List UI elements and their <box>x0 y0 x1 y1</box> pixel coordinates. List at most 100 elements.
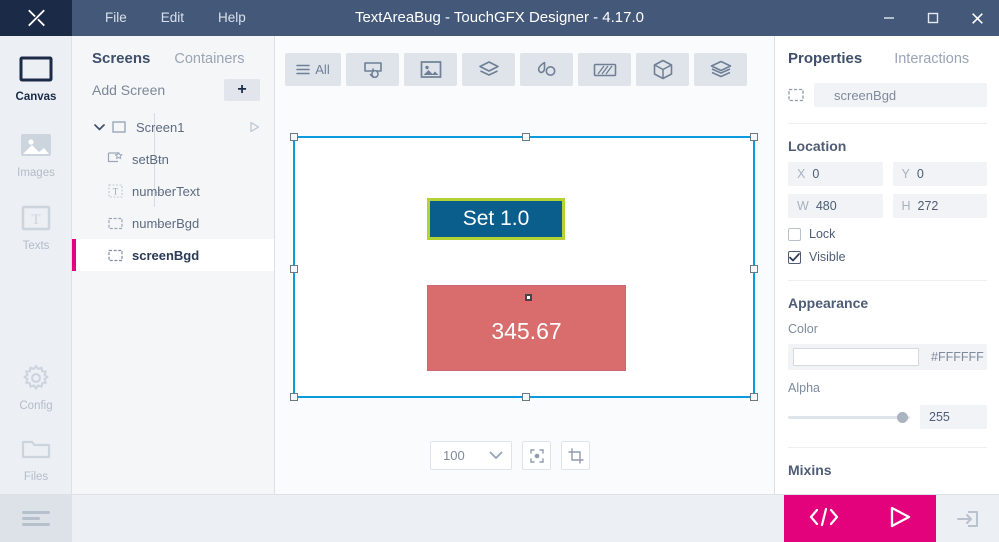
tree-label-numberbgd: numberBgd <box>132 215 200 231</box>
tab-screens[interactable]: Screens <box>92 50 150 67</box>
toolbar-texture-mapper[interactable] <box>578 53 631 86</box>
rail-item-texts[interactable]: T Texts <box>0 199 72 252</box>
rail-item-canvas[interactable]: Canvas <box>0 50 72 103</box>
color-swatch[interactable] <box>793 348 919 366</box>
resize-handle-bottom-left[interactable] <box>290 393 298 401</box>
alpha-slider-track <box>788 415 910 419</box>
resize-handle-top-right[interactable] <box>750 133 758 141</box>
field-y[interactable]: Y 0 <box>892 162 987 186</box>
maximize-button[interactable] <box>911 0 955 36</box>
resize-handle-top-left[interactable] <box>290 133 298 141</box>
files-icon <box>20 430 52 468</box>
field-h-value: 272 <box>917 199 939 213</box>
toolbar-image-widget[interactable] <box>404 53 457 86</box>
tree-label-numbertext: numberText <box>132 183 200 199</box>
code-brackets-icon <box>809 507 838 526</box>
toolbar-shape-layers[interactable] <box>462 53 515 86</box>
toolbar-cube-3d[interactable] <box>636 53 689 86</box>
field-x-key: X <box>797 167 806 181</box>
tab-properties[interactable]: Properties <box>788 50 862 67</box>
minimize-icon <box>884 17 894 19</box>
canvas-area: All Set 1.0 345.67 100 <box>275 36 775 494</box>
toolbar-button-widget[interactable] <box>346 53 399 86</box>
add-screen-button[interactable]: + <box>224 79 260 101</box>
rail-menu-toggle[interactable] <box>0 494 72 542</box>
rail-item-config[interactable]: Config <box>0 359 72 412</box>
canvas-widget-setbtn[interactable]: Set 1.0 <box>427 198 565 240</box>
resize-handle-middle-right[interactable] <box>750 265 758 273</box>
touchgfx-logo-icon: ⤫ <box>28 6 45 30</box>
toolbar-container-stack[interactable] <box>694 53 747 86</box>
resize-handle-middle-left[interactable] <box>290 265 298 273</box>
alpha-slider-knob[interactable] <box>897 412 908 423</box>
rail-label-canvas: Canvas <box>15 91 57 103</box>
export-button[interactable] <box>936 495 999 542</box>
generate-run-group <box>784 495 936 542</box>
tree-label-setbtn: setBtn <box>132 151 169 167</box>
field-w[interactable]: W 480 <box>788 194 883 218</box>
alpha-slider[interactable] <box>788 408 910 426</box>
toolbar-canvas-shape[interactable] <box>520 53 573 86</box>
touchgfx-designer-window: ⤫ File Edit Help TextAreaBug - TouchGFX … <box>0 0 999 542</box>
canvas-widget-numberbgd[interactable]: 345.67 <box>427 285 626 371</box>
menu-edit[interactable]: Edit <box>144 0 201 36</box>
tree-item-screenbgd[interactable]: screenBgd <box>72 239 274 271</box>
visible-label: Visible <box>809 250 846 264</box>
menu-help[interactable]: Help <box>201 0 263 36</box>
close-button[interactable] <box>955 0 999 36</box>
lock-label: Lock <box>809 227 836 241</box>
cube-3d-icon <box>653 59 672 80</box>
resize-handle-bottom-center[interactable] <box>522 393 530 401</box>
zoom-level-select[interactable]: 100 <box>430 441 512 470</box>
run-play-icon <box>890 506 910 527</box>
play-icon[interactable] <box>249 121 260 133</box>
lock-checkbox-row[interactable]: Lock <box>776 218 999 241</box>
resize-handle-top-center[interactable] <box>522 133 530 141</box>
tree-item-numberbgd[interactable]: numberBgd <box>72 207 274 239</box>
chevron-down-icon[interactable] <box>90 123 108 131</box>
config-icon <box>21 359 51 397</box>
rail-item-files[interactable]: Files <box>0 430 72 483</box>
tree-item-setbtn[interactable]: setBtn <box>72 143 274 175</box>
box-widget-icon <box>104 217 126 230</box>
checkmark-icon <box>789 252 800 261</box>
screens-panel: Screens Containers Add Screen + Screen1 … <box>72 36 275 494</box>
minimize-button[interactable] <box>867 0 911 36</box>
visible-checkbox[interactable] <box>788 250 801 264</box>
canvas-bottom-controls: 100 <box>430 441 590 470</box>
widget-selection-handle[interactable] <box>525 294 532 301</box>
button-widget-icon <box>104 152 126 166</box>
fit-to-screen-button[interactable] <box>522 441 551 470</box>
field-x[interactable]: X 0 <box>788 162 883 186</box>
crop-button[interactable] <box>561 441 590 470</box>
visible-checkbox-row[interactable]: Visible <box>776 241 999 264</box>
alpha-value-field[interactable]: 255 <box>920 405 987 429</box>
tab-interactions[interactable]: Interactions <box>894 51 969 67</box>
tree-item-numbertext[interactable]: T numberText <box>72 175 274 207</box>
run-simulator-button[interactable] <box>886 504 914 535</box>
image-widget-icon <box>420 61 441 78</box>
window-controls <box>867 0 999 36</box>
resize-handle-bottom-right[interactable] <box>750 393 758 401</box>
toolbar-all-button[interactable]: All <box>285 53 341 86</box>
field-h[interactable]: H 272 <box>892 194 987 218</box>
crop-icon <box>567 447 584 464</box>
color-hex-value[interactable]: #FFFFFF <box>931 350 984 364</box>
tab-containers[interactable]: Containers <box>174 51 244 67</box>
container-stack-icon <box>710 60 731 78</box>
field-w-value: 480 <box>815 199 837 213</box>
menu-bar: File Edit Help <box>88 0 263 36</box>
generate-code-button[interactable] <box>807 506 841 533</box>
menu-file[interactable]: File <box>88 0 144 36</box>
design-artboard[interactable]: Set 1.0 345.67 <box>290 133 758 401</box>
alpha-label: Alpha <box>788 381 820 395</box>
lock-checkbox[interactable] <box>788 227 801 241</box>
alpha-row: 255 <box>788 405 987 429</box>
color-label: Color <box>788 322 818 336</box>
tree-item-screen1[interactable]: Screen1 <box>72 111 274 143</box>
widget-name-field[interactable]: screenBgd <box>814 83 987 107</box>
app-logo: ⤫ <box>0 0 72 36</box>
mixins-heading: Mixins <box>788 462 832 478</box>
rail-item-images[interactable]: Images <box>0 126 72 179</box>
export-arrow-icon <box>956 511 978 527</box>
